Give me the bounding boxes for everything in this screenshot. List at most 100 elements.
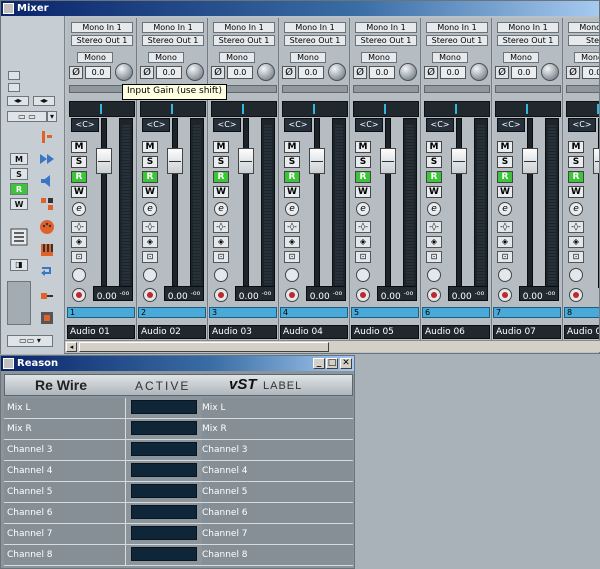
edit-channel-button[interactable]: e	[569, 202, 583, 216]
sends-bypass-icon[interactable]: ⊡	[284, 251, 300, 263]
volume-fader[interactable]	[238, 148, 254, 174]
input-gain-knob[interactable]	[115, 63, 133, 81]
solo-button[interactable]: S	[497, 156, 513, 168]
input-routing[interactable]: Mono In 1	[568, 22, 599, 33]
inserts-bypass-icon[interactable]: -◊-	[213, 221, 229, 233]
global-write-button[interactable]: W	[10, 198, 28, 210]
close-icon[interactable]: ✕	[340, 358, 352, 369]
input-routing[interactable]: Mono In 1	[426, 22, 488, 33]
channel-active-led[interactable]	[131, 505, 197, 519]
volume-display[interactable]: 0.00 -oo	[519, 286, 559, 302]
insert-slot[interactable]	[566, 85, 599, 93]
input-gain-value[interactable]: 0.0	[440, 66, 466, 79]
phase-icon[interactable]: Ø	[566, 66, 580, 79]
channel-active-led[interactable]	[131, 484, 197, 498]
input-gain-value[interactable]: 0.0	[582, 66, 599, 79]
input-gain-knob[interactable]	[328, 63, 346, 81]
channel-number[interactable]: 3	[209, 307, 277, 318]
record-enable-button[interactable]	[143, 288, 157, 302]
channel-name[interactable]: Audio 06	[422, 325, 490, 339]
reason-titlebar[interactable]: Reason _ □ ✕	[1, 356, 354, 371]
input-gain-knob[interactable]	[470, 63, 488, 81]
output-routing[interactable]: Stereo Out 1	[142, 35, 204, 46]
speaker-icon[interactable]	[39, 173, 55, 189]
input-routing[interactable]: Mono In 1	[213, 22, 275, 33]
pan-control[interactable]: <C>	[284, 118, 312, 132]
mute-button[interactable]: M	[142, 141, 158, 153]
record-button[interactable]: R	[497, 171, 513, 183]
monitor-button[interactable]	[498, 268, 512, 282]
meter-view-icon[interactable]	[7, 281, 31, 325]
edit-channel-button[interactable]: e	[285, 202, 299, 216]
monitor-button[interactable]	[427, 268, 441, 282]
mute-button[interactable]: M	[213, 141, 229, 153]
input-gain-value[interactable]: 0.0	[511, 66, 537, 79]
mono-button[interactable]: Mono	[77, 52, 113, 63]
volume-display[interactable]: 0.00 -oo	[235, 286, 275, 302]
mute-button[interactable]: M	[355, 141, 371, 153]
input-gain-value[interactable]: 0.0	[369, 66, 395, 79]
inserts-bypass-icon[interactable]: -◊-	[497, 221, 513, 233]
record-enable-button[interactable]	[427, 288, 441, 302]
mute-button[interactable]: M	[568, 141, 584, 153]
solo-button[interactable]: S	[426, 156, 442, 168]
monitor-button[interactable]	[214, 268, 228, 282]
input-gain-value[interactable]: 0.0	[156, 66, 182, 79]
record-enable-button[interactable]	[356, 288, 370, 302]
group-channel-icon[interactable]	[39, 196, 55, 212]
mono-button[interactable]: Mono	[148, 52, 184, 63]
mute-button[interactable]: M	[284, 141, 300, 153]
volume-display[interactable]: 0.00 -oo	[164, 286, 204, 302]
mono-button[interactable]: Mono	[432, 52, 468, 63]
write-button[interactable]: W	[284, 186, 300, 198]
edit-channel-button[interactable]: e	[72, 202, 86, 216]
arrows-right-icon[interactable]: ◂▸	[33, 96, 55, 106]
volume-fader[interactable]	[451, 148, 467, 174]
mono-button[interactable]: Mono	[219, 52, 255, 63]
insert-slot[interactable]	[353, 85, 419, 93]
record-enable-button[interactable]	[214, 288, 228, 302]
input-gain-value[interactable]: 0.0	[85, 66, 111, 79]
channel-name[interactable]: Audio 07	[493, 325, 561, 339]
global-mute-button[interactable]: M	[10, 153, 28, 165]
collapse-icon[interactable]	[8, 71, 20, 80]
mono-button[interactable]: Mono	[503, 52, 539, 63]
input-routing[interactable]: Mono In 1	[71, 22, 133, 33]
sends-bypass-icon[interactable]: ⊡	[568, 251, 584, 263]
phase-icon[interactable]: Ø	[353, 66, 367, 79]
monitor-button[interactable]	[143, 268, 157, 282]
write-button[interactable]: W	[355, 186, 371, 198]
insert-slot[interactable]	[495, 85, 561, 93]
instrument-keys-icon[interactable]	[39, 242, 55, 258]
inserts-bypass-icon[interactable]: -◊-	[142, 221, 158, 233]
channel-name[interactable]: Audio 01	[67, 325, 135, 339]
phase-icon[interactable]: Ø	[495, 66, 509, 79]
insert-slot[interactable]	[424, 85, 490, 93]
volume-display[interactable]: 0.00 -oo	[448, 286, 488, 302]
solo-button[interactable]: S	[71, 156, 87, 168]
mono-button[interactable]: Mono	[290, 52, 326, 63]
phase-icon[interactable]: Ø	[424, 66, 438, 79]
global-solo-button[interactable]: S	[10, 168, 28, 180]
maximize-icon[interactable]: □	[326, 358, 338, 369]
solo-button[interactable]: S	[355, 156, 371, 168]
channel-active-led[interactable]	[131, 463, 197, 477]
eq-bypass-icon[interactable]: ◈	[568, 236, 584, 248]
channel-active-led[interactable]	[131, 400, 197, 414]
monitor-button[interactable]	[285, 268, 299, 282]
sends-bypass-icon[interactable]: ⊡	[213, 251, 229, 263]
eq-bypass-icon[interactable]: ◈	[497, 236, 513, 248]
mixer-titlebar[interactable]: Mixer	[1, 1, 599, 16]
edit-channel-button[interactable]: e	[143, 202, 157, 216]
eq-bypass-icon[interactable]: ◈	[213, 236, 229, 248]
mixer-settings-icon[interactable]	[10, 228, 28, 246]
channel-name[interactable]: Audio 08	[564, 325, 599, 339]
pan-control[interactable]: <C>	[213, 118, 241, 132]
volume-fader[interactable]	[167, 148, 183, 174]
mute-button[interactable]: M	[497, 141, 513, 153]
edit-channel-button[interactable]: e	[214, 202, 228, 216]
channel-name[interactable]: Audio 02	[138, 325, 206, 339]
input-gain-knob[interactable]	[399, 63, 417, 81]
view-options-dropdown-icon[interactable]: ▾	[47, 111, 57, 122]
record-button[interactable]: R	[426, 171, 442, 183]
